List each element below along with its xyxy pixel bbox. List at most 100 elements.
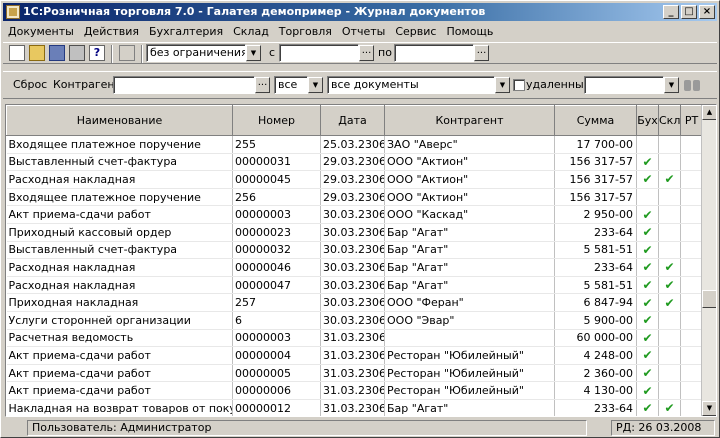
- scroll-down-arrow-icon[interactable]: ▼: [702, 401, 716, 416]
- table-row[interactable]: Приходный кассовый ордер 00000023 30.03.23…: [6, 223, 703, 242]
- cell-date: 31.03.2306: [320, 346, 385, 365]
- cell-contractor: ООО "Актион": [384, 188, 555, 207]
- menu-documents[interactable]: Документы: [3, 23, 79, 41]
- cell-contractor: ООО "Эвар": [384, 311, 555, 330]
- cell-name: Акт приема-сдачи работ: [6, 205, 233, 224]
- cell-number: 00000047: [232, 276, 321, 295]
- save-icon[interactable]: [49, 45, 65, 61]
- menu-warehouse[interactable]: Склад: [228, 23, 274, 41]
- main-toolbar: ? без ограничения ▼ с ... по ...: [3, 42, 717, 64]
- cell-number: 00000032: [232, 241, 321, 260]
- col-header-date[interactable]: Дата: [320, 105, 385, 136]
- cell-rt-check: [680, 153, 703, 172]
- menu-help[interactable]: Помощь: [441, 23, 498, 41]
- table-row[interactable]: Расходная накладная 00000047 30.03.2306 Бар…: [6, 276, 703, 295]
- extra-filter-select[interactable]: [584, 76, 664, 94]
- extra-dropdown-icon[interactable]: ▼: [664, 77, 679, 93]
- table-row[interactable]: Расходная накладная 00000046 30.03.2306 Бар…: [6, 258, 703, 277]
- cell-sum: 17 700-00: [554, 135, 637, 154]
- from-date-field[interactable]: [279, 44, 359, 62]
- cell-number: 256: [232, 188, 321, 207]
- scroll-thumb[interactable]: [702, 290, 716, 308]
- col-header-skl[interactable]: Скл: [658, 105, 681, 136]
- table-header-row: Наименование Номер Дата Контрагент Сумма…: [6, 105, 703, 136]
- cell-rt-check: [680, 364, 703, 383]
- menu-service[interactable]: Сервис: [390, 23, 441, 41]
- period-dropdown-icon[interactable]: ▼: [246, 45, 261, 61]
- table-row[interactable]: Накладная на возврат товаров от покупате…: [6, 399, 703, 416]
- table-row[interactable]: Выставленный счет-фактура 00000032 30.03.2…: [6, 241, 703, 260]
- cell-name: Акт приема-сдачи работ: [6, 364, 233, 383]
- to-date-button[interactable]: ...: [474, 45, 489, 61]
- cell-rt-check: [680, 346, 703, 365]
- table-row[interactable]: Расходная накладная 00000045 29.03.2306 ООО…: [6, 170, 703, 189]
- cell-name: Входящее платежное поручение: [6, 135, 233, 154]
- menu-trade[interactable]: Торговля: [274, 23, 337, 41]
- table-row[interactable]: Входящее платежное поручение 256 29.03.230…: [6, 188, 703, 207]
- menu-actions[interactable]: Действия: [79, 23, 144, 41]
- cell-name: Расходная накладная: [6, 276, 233, 295]
- cell-buh-check: ✔: [636, 276, 659, 295]
- binoculars-icon[interactable]: [683, 77, 701, 93]
- cell-number: 00000012: [232, 399, 321, 416]
- new-document-icon[interactable]: [9, 45, 25, 61]
- open-folder-icon[interactable]: [29, 45, 45, 61]
- toolbar-separator: [111, 45, 113, 63]
- col-header-sum[interactable]: Сумма: [554, 105, 637, 136]
- table-row[interactable]: Расчетная ведомость 00000003 31.03.2306 60 …: [6, 329, 703, 348]
- menu-accounting[interactable]: Бухгалтерия: [144, 23, 228, 41]
- cell-date: 31.03.2306: [320, 381, 385, 400]
- col-header-name[interactable]: Наименование: [6, 105, 233, 136]
- cell-contractor: Бар "Агат": [384, 399, 555, 416]
- filter-bar: Сброс Контрагент ... все ▼ все документы…: [3, 71, 717, 99]
- cell-date: 29.03.2306: [320, 170, 385, 189]
- cell-contractor: ЗАО "Аверс": [384, 135, 555, 154]
- doctype-dropdown-icon[interactable]: ▼: [495, 77, 510, 93]
- cell-number: 00000006: [232, 381, 321, 400]
- scroll-up-arrow-icon[interactable]: ▲: [702, 105, 716, 120]
- close-button[interactable]: ×: [699, 5, 715, 19]
- print-icon[interactable]: [69, 45, 85, 61]
- table-row[interactable]: Акт приема-сдачи работ 00000005 31.03.2306…: [6, 364, 703, 383]
- from-date-button[interactable]: ...: [359, 45, 374, 61]
- period-select[interactable]: без ограничения: [146, 44, 246, 62]
- col-header-number[interactable]: Номер: [232, 105, 321, 136]
- menu-reports[interactable]: Отчеты: [337, 23, 390, 41]
- cell-sum: 5 900-00: [554, 311, 637, 330]
- scope-dropdown-icon[interactable]: ▼: [308, 77, 323, 93]
- scope-select[interactable]: все: [274, 76, 308, 94]
- cell-date: 30.03.2306: [320, 205, 385, 224]
- col-header-rt[interactable]: РТ: [680, 105, 703, 136]
- doctype-select[interactable]: все документы: [327, 76, 495, 94]
- cell-date: 30.03.2306: [320, 258, 385, 277]
- table-row[interactable]: Акт приема-сдачи работ 00000006 31.03.2306…: [6, 381, 703, 400]
- cell-buh-check: ✔: [636, 205, 659, 224]
- cell-buh-check: ✔: [636, 399, 659, 416]
- help-icon[interactable]: ?: [89, 45, 105, 61]
- minimize-button[interactable]: _: [663, 5, 679, 19]
- cell-buh-check: ✔: [636, 258, 659, 277]
- vertical-scrollbar[interactable]: ▲ ▼: [701, 105, 716, 416]
- table-row[interactable]: Услуги сторонней организации 6 30.03.2306 О…: [6, 311, 703, 330]
- table-row[interactable]: Приходная накладная 257 30.03.2306 ООО "Фер…: [6, 293, 703, 312]
- cell-buh-check: ✔: [636, 170, 659, 189]
- cell-sum: 156 317-57: [554, 188, 637, 207]
- reset-button[interactable]: Сброс: [13, 76, 47, 94]
- col-header-contractor[interactable]: Контрагент: [384, 105, 555, 136]
- cell-buh-check: ✔: [636, 346, 659, 365]
- cell-number: 6: [232, 311, 321, 330]
- maximize-button[interactable]: □: [681, 5, 697, 19]
- journal-icon[interactable]: [119, 45, 135, 61]
- contractor-select-button[interactable]: ...: [255, 77, 270, 93]
- contractor-field[interactable]: [113, 76, 255, 94]
- deleted-checkbox[interactable]: [513, 79, 525, 91]
- cell-name: Накладная на возврат товаров от покупате…: [6, 399, 233, 416]
- table-row[interactable]: Входящее платежное поручение 255 25.03.230…: [6, 135, 703, 154]
- col-header-buh[interactable]: Бух: [636, 105, 659, 136]
- table-row[interactable]: Выставленный счет-фактура 00000031 29.03.2…: [6, 153, 703, 172]
- table-row[interactable]: Акт приема-сдачи работ 00000004 31.03.2306…: [6, 346, 703, 365]
- cell-name: Входящее платежное поручение: [6, 188, 233, 207]
- cell-date: 31.03.2306: [320, 329, 385, 348]
- table-row[interactable]: Акт приема-сдачи работ 00000003 30.03.2306…: [6, 205, 703, 224]
- to-date-field[interactable]: [394, 44, 474, 62]
